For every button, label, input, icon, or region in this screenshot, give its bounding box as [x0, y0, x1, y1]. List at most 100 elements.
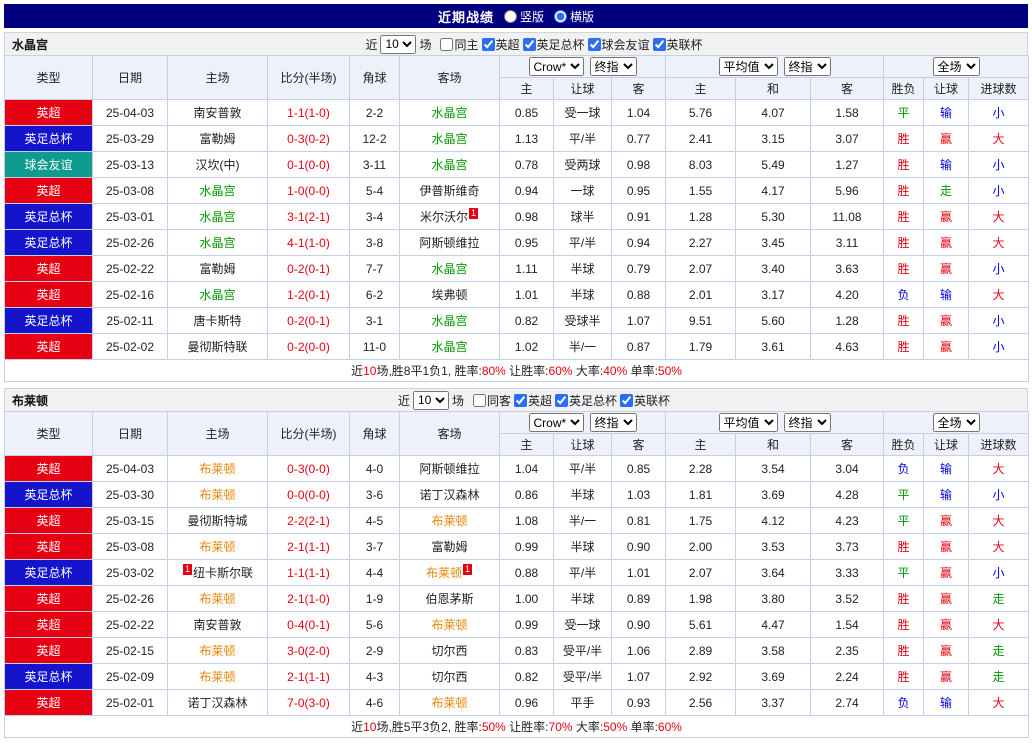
asian-away-odds: 0.85	[610, 455, 667, 482]
asian-away-odds: 0.77	[610, 125, 667, 152]
league-type-badge: 英超	[4, 689, 93, 716]
match-score: 4-1(1-0)	[267, 229, 350, 256]
full-match-select[interactable]: 全场	[932, 57, 980, 76]
team-text: 伯恩茅斯	[425, 592, 474, 606]
result-goals: 小	[968, 255, 1030, 282]
corner-score: 4-3	[349, 663, 400, 690]
league-filter-checkbox[interactable]	[481, 37, 495, 51]
match-row: 英超 25-02-01 诺丁汉森林 7-0(3-0) 4-6 布莱顿 0.96 平手 0.93 2…	[4, 689, 1030, 716]
final-odds-select[interactable]: 终指	[589, 57, 637, 76]
team-text: 水晶宫	[431, 132, 468, 146]
asian-home-odds: 0.83	[499, 637, 554, 664]
games-count-select[interactable]: 10	[412, 390, 449, 410]
match-score: 0-4(0-1)	[267, 611, 350, 638]
euro-home-odds: 2.89	[665, 637, 737, 664]
same-venue-filter[interactable]: 同客	[472, 392, 511, 409]
league-filter[interactable]: 英足总杯	[555, 392, 617, 409]
average-odds-select[interactable]: 平均值	[718, 57, 778, 76]
summary-row: 近10场,胜5平3负2, 胜率:50% 让胜率:70% 大率:50% 单率:60…	[3, 715, 1030, 738]
asian-handicap: 受一球	[553, 99, 612, 126]
corner-score: 4-0	[349, 455, 400, 482]
away-team: 埃弗顿	[399, 281, 500, 308]
corner-score: 4-5	[349, 507, 400, 534]
euro-draw-odds: 4.47	[735, 611, 812, 638]
league-filter-checkbox[interactable]	[652, 37, 666, 51]
view-vertical-option[interactable]: 竖版	[503, 8, 544, 25]
corner-score: 3-6	[349, 481, 400, 508]
corner-score: 3-7	[349, 533, 400, 560]
asian-away-odds: 0.81	[610, 507, 667, 534]
odds-provider-select[interactable]: Crow*	[528, 413, 584, 432]
full-match-select[interactable]: 全场	[932, 413, 980, 432]
match-row: 英超 25-02-26 布莱顿 2-1(1-0) 1-9 伯恩茅斯 1.00 半球 0.89 1.…	[4, 585, 1030, 612]
league-filter[interactable]: 英联杯	[652, 36, 703, 53]
match-row: 英超 25-04-03 布莱顿 0-3(0-0) 4-0 阿斯顿维拉 1.04 平/半 0.85…	[4, 455, 1030, 482]
average-odds-select[interactable]: 平均值	[718, 413, 778, 432]
same-venue-filter[interactable]: 同主	[440, 36, 479, 53]
summary-text: 近10场,胜5平3负2, 胜率:50% 让胜率:70% 大率:50% 单率:60…	[3, 715, 1030, 738]
result-outcome: 平	[883, 559, 925, 586]
euro-away-odds: 3.07	[810, 125, 885, 152]
euro-draw-odds: 5.30	[735, 203, 812, 230]
summary-label: 单率:	[627, 720, 658, 734]
corner-score: 3-11	[349, 151, 400, 178]
final-odds-select-2[interactable]: 终指	[783, 57, 831, 76]
corner-score: 3-8	[349, 229, 400, 256]
league-filter[interactable]: 英超	[481, 36, 520, 53]
league-filter-checkbox[interactable]	[555, 393, 569, 407]
odds-provider-select[interactable]: Crow*	[528, 57, 584, 76]
asian-home-odds: 1.01	[499, 281, 554, 308]
games-count-select[interactable]: 10	[380, 34, 417, 54]
team-text: 米尔沃尔	[419, 210, 468, 224]
result-goals: 小	[968, 333, 1030, 360]
league-filter[interactable]: 英足总杯	[522, 36, 585, 53]
league-filter-checkbox[interactable]	[522, 37, 536, 51]
corner-score: 6-2	[349, 281, 400, 308]
asian-handicap: 平/半	[553, 125, 612, 152]
result-goals: 大	[968, 455, 1030, 482]
result-goals: 大	[968, 689, 1030, 716]
match-score: 3-0(2-0)	[267, 637, 350, 664]
home-team: 布莱顿	[167, 533, 268, 560]
summary-label: 场,胜8平1负1, 胜率:	[376, 364, 482, 378]
league-type-badge: 英足总杯	[4, 125, 93, 152]
home-team: 布莱顿	[167, 637, 268, 664]
result-handicap: 输	[923, 455, 970, 482]
league-filter-checkbox[interactable]	[587, 37, 601, 51]
result-goals: 大	[968, 507, 1030, 534]
league-filter-checkbox[interactable]	[514, 393, 527, 407]
team-text: 水晶宫	[199, 210, 236, 224]
asian-home-odds: 1.04	[499, 455, 554, 482]
away-team: 水晶宫	[399, 255, 500, 282]
league-filter[interactable]: 英超	[514, 392, 552, 409]
same-venue-checkbox[interactable]	[472, 393, 486, 407]
team-text: 埃弗顿	[431, 288, 468, 302]
league-filter[interactable]: 英联杯	[620, 392, 670, 409]
league-type-badge: 英超	[4, 611, 93, 638]
match-score: 2-2(2-1)	[267, 507, 350, 534]
result-outcome: 负	[883, 455, 925, 482]
section-header: 布莱顿 近 10 场 同客 英超 英足总杯 英联杯	[4, 388, 1028, 411]
league-filter[interactable]: 球会友谊	[587, 36, 650, 53]
final-odds-select[interactable]: 终指	[589, 413, 637, 432]
horizontal-view-radio[interactable]	[554, 9, 567, 23]
sub-column-header: 主	[665, 433, 737, 456]
sub-column-header: 进球数	[968, 77, 1030, 100]
final-odds-select-2[interactable]: 终指	[783, 413, 831, 432]
match-row: 英足总杯 25-03-01 水晶宫 3-1(2-1) 3-4 米尔沃尔 1 0.98 球半 0.9…	[4, 203, 1030, 230]
same-venue-label: 同主	[454, 37, 479, 52]
summary-label: 大率:	[572, 720, 604, 734]
red-card-badge: 1	[463, 564, 473, 575]
away-team: 水晶宫	[399, 151, 500, 178]
match-score: 0-2(0-1)	[267, 307, 350, 334]
result-outcome: 胜	[883, 177, 925, 204]
euro-draw-odds: 3.54	[735, 455, 812, 482]
view-horizontal-option[interactable]: 横版	[554, 8, 594, 25]
away-team: 布莱顿	[399, 611, 500, 638]
result-goals: 小	[968, 151, 1030, 178]
same-venue-checkbox[interactable]	[440, 37, 454, 51]
sub-column-header: 客	[610, 77, 667, 100]
team-text: 水晶宫	[431, 158, 468, 172]
league-filter-checkbox[interactable]	[620, 393, 634, 407]
vertical-view-radio[interactable]	[503, 9, 517, 23]
